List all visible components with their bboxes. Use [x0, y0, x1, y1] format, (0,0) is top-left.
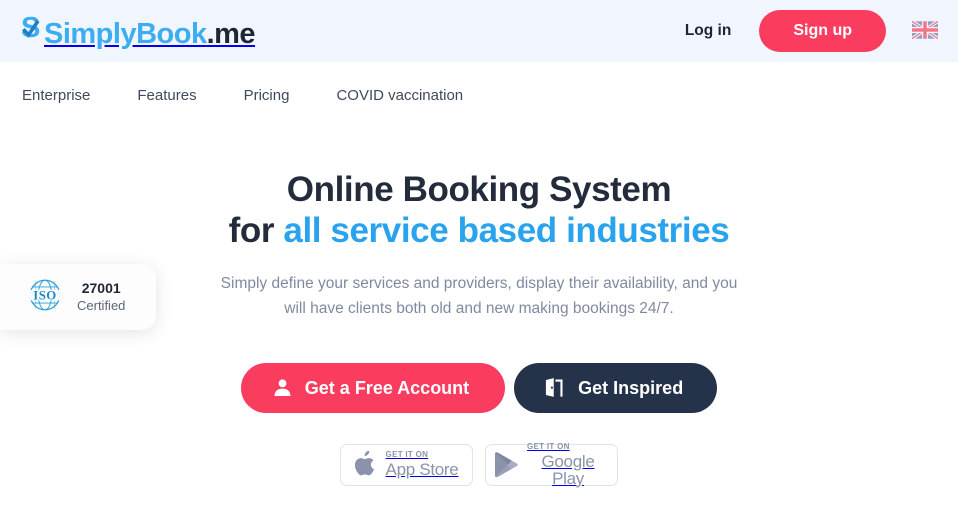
- google-play-small-label: GET IT ON: [527, 441, 570, 451]
- nav-item-enterprise[interactable]: Enterprise: [22, 87, 90, 104]
- site-header: S SimplyBook .me Log in Sign up: [0, 0, 958, 62]
- app-store-large-label: App Store: [385, 460, 459, 480]
- apple-icon: [354, 451, 378, 478]
- hero-subtitle: Simply define your services and provider…: [219, 271, 739, 322]
- app-store-badge-row: GET IT ON App Store GET IT ON Google Pla…: [0, 441, 958, 488]
- cta-button-row: Get a Free Account Get Inspired: [0, 362, 958, 413]
- get-free-account-button[interactable]: Get a Free Account: [240, 362, 506, 413]
- open-door-icon: [544, 377, 565, 398]
- get-free-account-label: Get a Free Account: [304, 377, 470, 398]
- hero-title-line-2: for all service based industries: [0, 210, 958, 251]
- google-play-badge-text: GET IT ON Google Play: [527, 441, 609, 488]
- nav-item-covid-vaccination[interactable]: COVID vaccination: [336, 87, 463, 104]
- iso-globe-icon: ISO: [26, 276, 64, 319]
- united-kingdom-flag-icon: [911, 19, 939, 42]
- iso-certification-badge: ISO 27001 Certified: [0, 264, 156, 330]
- signup-button[interactable]: Sign up: [759, 10, 886, 52]
- logo-text-primary: SimplyBook: [44, 18, 207, 50]
- nav-item-pricing[interactable]: Pricing: [244, 87, 290, 104]
- iso-standard-number: 27001: [81, 280, 121, 297]
- hero-title-prefix: for: [228, 211, 284, 251]
- main-navigation: Enterprise Features Pricing COVID vaccin…: [0, 62, 958, 128]
- hero-section: ISO 27001 Certified Online Booking Syste…: [0, 128, 958, 488]
- get-inspired-button[interactable]: Get Inspired: [514, 362, 718, 413]
- google-play-badge[interactable]: GET IT ON Google Play: [485, 441, 618, 488]
- logo-text-suffix: .me: [206, 18, 256, 50]
- login-link[interactable]: Log in: [685, 22, 732, 40]
- app-store-badge[interactable]: GET IT ON App Store: [340, 443, 473, 486]
- user-icon: [273, 378, 292, 397]
- get-inspired-label: Get Inspired: [578, 377, 684, 398]
- hero-title-accent: all service based industries: [283, 211, 730, 251]
- checkmark-s-logo-icon: S: [22, 13, 44, 43]
- app-store-small-label: GET IT ON: [385, 450, 429, 460]
- google-play-large-label: Google Play: [541, 451, 595, 488]
- header-actions: Log in Sign up: [685, 10, 939, 52]
- nav-item-features[interactable]: Features: [137, 87, 196, 104]
- google-play-icon: [494, 451, 519, 478]
- iso-certified-label: Certified: [77, 297, 126, 313]
- page-title: Online Booking System for all service ba…: [0, 169, 958, 252]
- app-store-badge-text: GET IT ON App Store: [385, 450, 459, 480]
- svg-text:ISO: ISO: [33, 288, 57, 302]
- language-selector-button[interactable]: [911, 19, 939, 42]
- hero-title-line-1: Online Booking System: [286, 170, 672, 209]
- hero-subtitle-line-1: Simply define your services and provider…: [220, 274, 709, 292]
- site-logo[interactable]: S SimplyBook .me: [22, 13, 256, 50]
- iso-badge-text: 27001 Certified: [77, 280, 125, 314]
